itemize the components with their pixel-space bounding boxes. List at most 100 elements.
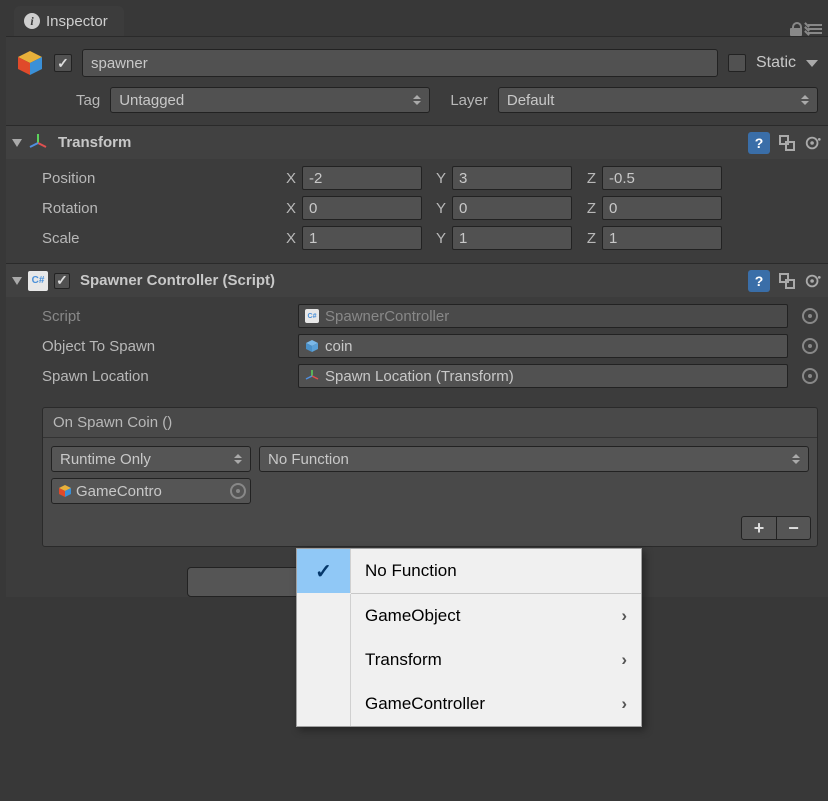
event-title: On Spawn Coin () bbox=[43, 408, 817, 438]
tab-title: Inspector bbox=[46, 13, 108, 30]
active-checkbox[interactable] bbox=[54, 54, 72, 72]
spawn-location-value: Spawn Location (Transform) bbox=[325, 368, 514, 385]
menu-label: GameController bbox=[351, 694, 621, 714]
layer-value: Default bbox=[507, 92, 555, 109]
gameobject-name-input[interactable] bbox=[82, 49, 718, 77]
tag-dropdown[interactable]: Untagged bbox=[110, 87, 430, 113]
spawn-location-label: Spawn Location bbox=[42, 368, 292, 385]
rotation-z-input[interactable] bbox=[602, 196, 722, 220]
transform-body: Position X Y Z Rotation X Y Z Scale X bbox=[6, 159, 828, 263]
z-label: Z bbox=[578, 200, 596, 217]
y-label: Y bbox=[428, 170, 446, 187]
scale-y-input[interactable] bbox=[452, 226, 572, 250]
object-to-spawn-label: Object To Spawn bbox=[42, 338, 292, 355]
position-label: Position bbox=[42, 170, 272, 187]
checkmark-icon bbox=[297, 549, 351, 593]
dropdown-arrows-icon bbox=[801, 95, 809, 105]
info-icon: i bbox=[24, 13, 40, 29]
function-context-menu: No Function GameObject › Transform › Gam… bbox=[296, 548, 642, 727]
script-field: C# SpawnerController bbox=[298, 304, 788, 328]
tab-bar-right bbox=[790, 22, 822, 36]
help-icon[interactable]: ? bbox=[748, 132, 770, 154]
csharp-script-icon: C# bbox=[28, 271, 48, 291]
foldout-icon[interactable] bbox=[12, 139, 22, 147]
preset-icon[interactable] bbox=[778, 272, 796, 290]
foldout-icon[interactable] bbox=[12, 277, 22, 285]
chevron-right-icon: › bbox=[621, 606, 627, 626]
event-footer: + − bbox=[43, 512, 817, 546]
spawner-body: Script C# SpawnerController Object To Sp… bbox=[6, 297, 828, 401]
transform-icon bbox=[305, 369, 319, 383]
dropdown-arrows-icon bbox=[792, 454, 800, 464]
menu-item-gamecontroller[interactable]: GameController › bbox=[297, 682, 641, 726]
layer-dropdown[interactable]: Default bbox=[498, 87, 818, 113]
z-label: Z bbox=[578, 230, 596, 247]
component-enabled-checkbox[interactable] bbox=[54, 273, 70, 289]
menu-label: No Function bbox=[351, 561, 627, 581]
object-to-spawn-field[interactable]: coin bbox=[298, 334, 788, 358]
menu-item-no-function[interactable]: No Function bbox=[297, 549, 641, 593]
help-icon[interactable]: ? bbox=[748, 270, 770, 292]
tag-label: Tag bbox=[76, 92, 100, 109]
call-state-dropdown[interactable]: Runtime Only bbox=[51, 446, 251, 472]
rotation-label: Rotation bbox=[42, 200, 272, 217]
position-y-input[interactable] bbox=[452, 166, 572, 190]
position-z-input[interactable] bbox=[602, 166, 722, 190]
static-dropdown-arrow[interactable] bbox=[806, 60, 818, 67]
menu-item-transform[interactable]: Transform › bbox=[297, 638, 641, 682]
spawner-component-header: C# Spawner Controller (Script) ? bbox=[6, 263, 828, 297]
menu-check-col bbox=[297, 594, 351, 638]
script-field-label: Script bbox=[42, 308, 292, 325]
add-listener-button[interactable]: + bbox=[742, 517, 776, 539]
dropdown-arrows-icon bbox=[234, 454, 242, 464]
panel-menu-icon[interactable] bbox=[808, 24, 822, 34]
scale-x-input[interactable] bbox=[302, 226, 422, 250]
gameobject-icon[interactable] bbox=[16, 49, 44, 77]
scale-z-input[interactable] bbox=[602, 226, 722, 250]
static-label: Static bbox=[756, 54, 796, 72]
z-label: Z bbox=[578, 170, 596, 187]
x-label: X bbox=[278, 200, 296, 217]
object-picker-icon[interactable] bbox=[802, 338, 818, 354]
preset-icon[interactable] bbox=[778, 134, 796, 152]
menu-label: GameObject bbox=[351, 606, 621, 626]
gameobject-header: Static bbox=[6, 37, 828, 87]
menu-item-gameobject[interactable]: GameObject › bbox=[297, 594, 641, 638]
prefab-icon bbox=[305, 339, 319, 353]
rotation-y-input[interactable] bbox=[452, 196, 572, 220]
inspector-panel: Static Tag Untagged Layer Default Tran bbox=[6, 36, 828, 597]
gameobject-icon bbox=[58, 484, 72, 498]
inspector-tab[interactable]: i Inspector bbox=[14, 6, 124, 36]
event-function-value: No Function bbox=[268, 451, 349, 468]
static-checkbox[interactable] bbox=[728, 54, 746, 72]
remove-listener-button[interactable]: − bbox=[776, 517, 810, 539]
unity-event-block: On Spawn Coin () Runtime Only GameContro bbox=[42, 407, 818, 547]
gear-icon[interactable] bbox=[804, 134, 822, 152]
gear-icon[interactable] bbox=[804, 272, 822, 290]
y-label: Y bbox=[428, 200, 446, 217]
rotation-x-input[interactable] bbox=[302, 196, 422, 220]
tag-layer-row: Tag Untagged Layer Default bbox=[6, 87, 828, 125]
position-x-input[interactable] bbox=[302, 166, 422, 190]
script-value: SpawnerController bbox=[325, 308, 449, 325]
object-picker-icon[interactable] bbox=[802, 308, 818, 324]
lock-icon[interactable] bbox=[790, 22, 802, 36]
object-picker-icon[interactable] bbox=[230, 483, 246, 499]
menu-check-col bbox=[297, 682, 351, 726]
call-state-value: Runtime Only bbox=[60, 451, 151, 468]
spawn-location-field[interactable]: Spawn Location (Transform) bbox=[298, 364, 788, 388]
chevron-right-icon: › bbox=[621, 650, 627, 670]
scale-label: Scale bbox=[42, 230, 272, 247]
tag-value: Untagged bbox=[119, 92, 184, 109]
transform-icon bbox=[28, 133, 48, 153]
event-target-value: GameContro bbox=[76, 483, 162, 500]
event-target-field[interactable]: GameContro bbox=[51, 478, 251, 504]
tab-bar: i Inspector bbox=[6, 0, 828, 36]
menu-label: Transform bbox=[351, 650, 621, 670]
object-to-spawn-value: coin bbox=[325, 338, 353, 355]
csharp-script-icon: C# bbox=[305, 309, 319, 323]
x-label: X bbox=[278, 230, 296, 247]
object-picker-icon[interactable] bbox=[802, 368, 818, 384]
event-function-dropdown[interactable]: No Function bbox=[259, 446, 809, 472]
chevron-right-icon: › bbox=[621, 694, 627, 714]
